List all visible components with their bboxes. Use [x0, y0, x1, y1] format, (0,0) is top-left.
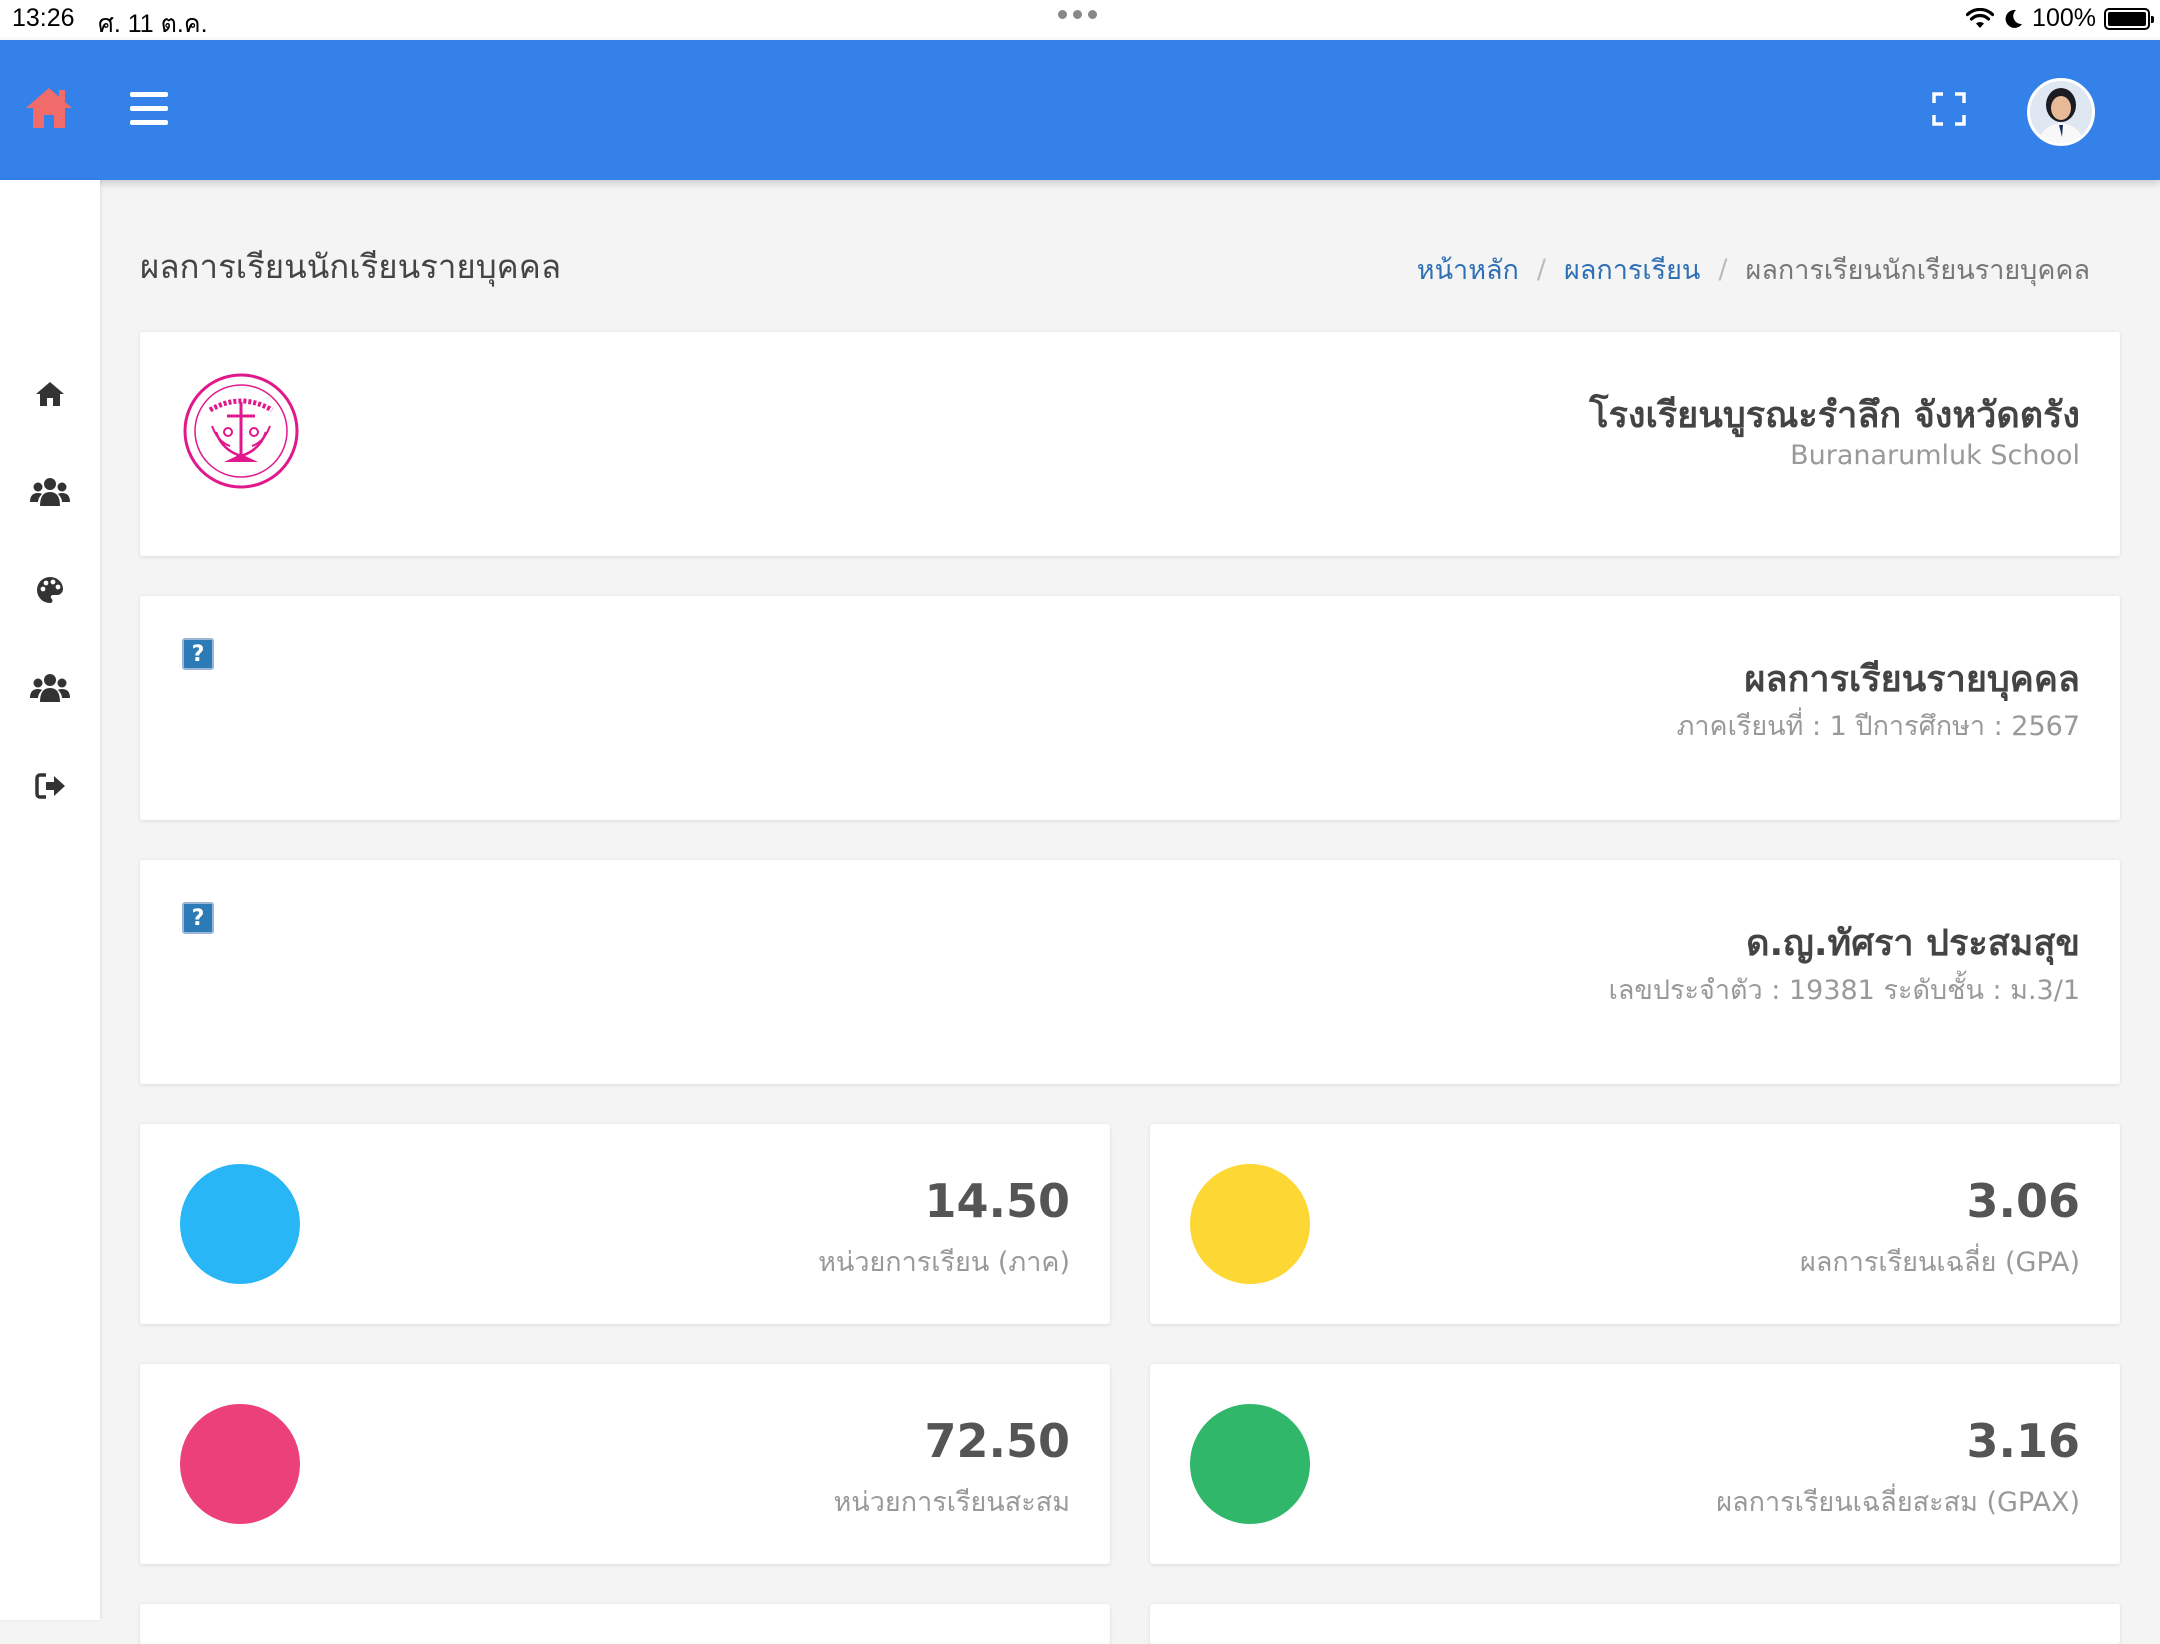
- battery-icon: [2104, 7, 2154, 30]
- stat-label: ผลการเรียนเฉลี่ยสะสม (GPAX): [1716, 1487, 2080, 1518]
- stat-label: หน่วยการเรียน (ภาค): [818, 1247, 1070, 1278]
- sidebar-item-logout[interactable]: [26, 762, 74, 810]
- sidebar-item-home[interactable]: [26, 370, 74, 418]
- top-navbar: [0, 40, 2160, 180]
- school-card: โรงเรียนบูรณะรำลึก จังหวัดตรัง Buranarum…: [140, 332, 2120, 556]
- broken-image-icon: ?: [182, 638, 214, 670]
- status-time: 13:26: [12, 4, 75, 32]
- stat-circle-icon: [180, 1404, 300, 1524]
- wifi-icon: [1966, 7, 1995, 28]
- moon-icon: [2005, 9, 2023, 28]
- stat-value: 72.50: [924, 1414, 1070, 1468]
- fullscreen-icon[interactable]: [1932, 92, 1966, 126]
- stat-circle-icon: [1190, 1404, 1310, 1524]
- result-term: ภาคเรียนที่ : 1 ปีการศึกษา : 2567: [1676, 711, 2080, 742]
- result-title: ผลการเรียนรายบุคคล: [1744, 659, 2080, 700]
- stat-value: 3.16: [1966, 1414, 2081, 1468]
- battery-percentage: 100%: [2032, 4, 2096, 32]
- sidebar-item-palette[interactable]: [26, 566, 74, 614]
- home-icon: [36, 382, 64, 406]
- menu-icon[interactable]: [130, 92, 168, 134]
- school-name-th: โรงเรียนบูรณะรำลึก จังหวัดตรัง: [1589, 395, 2080, 436]
- student-info: เลขประจำตัว : 19381 ระดับชั้น : ม.3/1: [1608, 975, 2080, 1006]
- users-icon: [30, 674, 70, 702]
- stat-value: 3.06: [1966, 1174, 2081, 1228]
- result-card: ? ผลการเรียนรายบุคคล ภาคเรียนที่ : 1 ปีก…: [140, 596, 2120, 820]
- breadcrumb-home-link[interactable]: หน้าหลัก: [1417, 248, 1519, 291]
- stat-card-partial: [140, 1604, 1110, 1644]
- page-title: ผลการเรียนนักเรียนรายบุคคล: [140, 247, 562, 286]
- stat-card-gpa: 3.06 ผลการเรียนเฉลี่ย (GPA): [1150, 1124, 2120, 1324]
- breadcrumb-results-link[interactable]: ผลการเรียน: [1564, 248, 1700, 291]
- student-name: ด.ญ.ทัศรา ประสมสุข: [1746, 923, 2080, 964]
- breadcrumb: หน้าหลัก / ผลการเรียน / ผลการเรียนนักเรี…: [1417, 248, 2090, 291]
- sign-out-icon: [35, 773, 65, 799]
- palette-icon: [37, 577, 63, 603]
- status-date: ศ. 11 ต.ค.: [98, 10, 208, 38]
- school-logo: [183, 373, 299, 489]
- breadcrumb-current: ผลการเรียนนักเรียนรายบุคคล: [1745, 255, 2091, 286]
- multitasking-dots[interactable]: [1058, 10, 1097, 19]
- status-bar: 13:26 ศ. 11 ต.ค. 100%: [0, 0, 2160, 40]
- sidebar-item-users[interactable]: [26, 468, 74, 516]
- breadcrumb-separator: /: [1718, 254, 1728, 285]
- stat-label: ผลการเรียนเฉลี่ย (GPA): [1800, 1247, 2080, 1278]
- stat-card-gpax: 3.16 ผลการเรียนเฉลี่ยสะสม (GPAX): [1150, 1364, 2120, 1564]
- stat-circle-icon: [180, 1164, 300, 1284]
- breadcrumb-separator: /: [1536, 254, 1546, 285]
- sidebar: [0, 180, 100, 1620]
- stat-card-credits-term: 14.50 หน่วยการเรียน (ภาค): [140, 1124, 1110, 1324]
- users-icon: [30, 478, 70, 506]
- stat-card-credits-total: 72.50 หน่วยการเรียนสะสม: [140, 1364, 1110, 1564]
- stat-value: 14.50: [924, 1174, 1070, 1228]
- sidebar-item-groups[interactable]: [26, 664, 74, 712]
- avatar[interactable]: [2027, 78, 2095, 146]
- student-card: ? ด.ญ.ทัศรา ประสมสุข เลขประจำตัว : 19381…: [140, 860, 2120, 1084]
- stat-label: หน่วยการเรียนสะสม: [833, 1487, 1070, 1518]
- stat-circle-icon: [1190, 1164, 1310, 1284]
- school-name-en: Buranarumluk School: [1790, 440, 2080, 471]
- home-icon[interactable]: [24, 86, 74, 130]
- stat-card-partial: [1150, 1604, 2120, 1644]
- broken-image-icon: ?: [182, 902, 214, 934]
